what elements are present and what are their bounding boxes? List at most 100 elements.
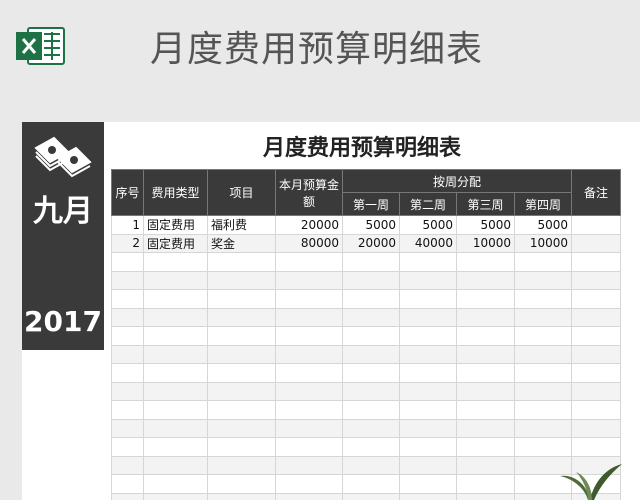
empty-cell[interactable]	[513, 418, 573, 438]
empty-cell[interactable]	[275, 270, 343, 290]
empty-cell[interactable]	[513, 270, 573, 290]
empty-cell[interactable]	[143, 289, 208, 309]
empty-cell[interactable]	[207, 400, 276, 420]
empty-cell[interactable]	[111, 344, 144, 364]
empty-cell[interactable]	[456, 492, 515, 500]
cell-week2[interactable]: 5000	[399, 215, 457, 235]
empty-cell[interactable]	[143, 474, 208, 494]
empty-cell[interactable]	[513, 363, 573, 383]
cell-week2[interactable]: 40000	[399, 233, 457, 253]
empty-cell[interactable]	[207, 474, 276, 494]
empty-cell[interactable]	[399, 307, 457, 327]
empty-cell[interactable]	[342, 344, 400, 364]
empty-cell[interactable]	[513, 289, 573, 309]
empty-cell[interactable]	[143, 363, 208, 383]
empty-cell[interactable]	[143, 381, 208, 401]
empty-cell[interactable]	[111, 400, 144, 420]
cell-seq[interactable]: 1	[111, 215, 144, 235]
empty-cell[interactable]	[143, 418, 208, 438]
empty-cell[interactable]	[571, 418, 622, 438]
empty-cell[interactable]	[143, 400, 208, 420]
cell-week1[interactable]: 5000	[342, 215, 400, 235]
empty-cell[interactable]	[275, 363, 343, 383]
cell-budget[interactable]: 20000	[275, 215, 343, 235]
empty-cell[interactable]	[111, 492, 144, 500]
empty-cell[interactable]	[342, 326, 400, 346]
empty-cell[interactable]	[456, 437, 515, 457]
empty-cell[interactable]	[342, 418, 400, 438]
cell-week4[interactable]: 5000	[513, 215, 573, 235]
empty-cell[interactable]	[399, 270, 457, 290]
empty-cell[interactable]	[456, 270, 515, 290]
empty-cell[interactable]	[275, 344, 343, 364]
empty-cell[interactable]	[143, 270, 208, 290]
cell-type[interactable]: 固定费用	[143, 215, 208, 235]
cell-week1[interactable]: 20000	[342, 233, 400, 253]
empty-cell[interactable]	[571, 270, 622, 290]
empty-cell[interactable]	[513, 307, 573, 327]
empty-cell[interactable]	[342, 381, 400, 401]
empty-cell[interactable]	[513, 400, 573, 420]
empty-cell[interactable]	[456, 455, 515, 475]
cell-item[interactable]: 奖金	[207, 233, 276, 253]
empty-cell[interactable]	[207, 455, 276, 475]
empty-cell[interactable]	[342, 270, 400, 290]
empty-cell[interactable]	[571, 400, 622, 420]
empty-cell[interactable]	[571, 289, 622, 309]
empty-cell[interactable]	[342, 474, 400, 494]
empty-cell[interactable]	[571, 326, 622, 346]
empty-cell[interactable]	[207, 344, 276, 364]
empty-cell[interactable]	[207, 307, 276, 327]
empty-cell[interactable]	[571, 307, 622, 327]
empty-cell[interactable]	[342, 400, 400, 420]
empty-cell[interactable]	[456, 363, 515, 383]
empty-cell[interactable]	[571, 381, 622, 401]
cell-item[interactable]: 福利费	[207, 215, 276, 235]
empty-cell[interactable]	[207, 252, 276, 272]
empty-cell[interactable]	[513, 252, 573, 272]
empty-cell[interactable]	[207, 289, 276, 309]
empty-cell[interactable]	[275, 307, 343, 327]
empty-cell[interactable]	[207, 381, 276, 401]
empty-cell[interactable]	[111, 381, 144, 401]
empty-cell[interactable]	[143, 326, 208, 346]
empty-cell[interactable]	[456, 252, 515, 272]
empty-cell[interactable]	[111, 252, 144, 272]
empty-cell[interactable]	[207, 492, 276, 500]
empty-cell[interactable]	[399, 252, 457, 272]
empty-cell[interactable]	[207, 437, 276, 457]
empty-cell[interactable]	[342, 455, 400, 475]
empty-cell[interactable]	[571, 252, 622, 272]
empty-cell[interactable]	[342, 437, 400, 457]
empty-cell[interactable]	[399, 455, 457, 475]
cell-week3[interactable]: 5000	[456, 215, 515, 235]
cell-type[interactable]: 固定费用	[143, 233, 208, 253]
empty-cell[interactable]	[342, 492, 400, 500]
empty-cell[interactable]	[456, 326, 515, 346]
empty-cell[interactable]	[143, 344, 208, 364]
empty-cell[interactable]	[111, 474, 144, 494]
empty-cell[interactable]	[399, 492, 457, 500]
empty-cell[interactable]	[399, 474, 457, 494]
empty-cell[interactable]	[342, 307, 400, 327]
empty-cell[interactable]	[456, 474, 515, 494]
empty-cell[interactable]	[399, 418, 457, 438]
empty-cell[interactable]	[275, 418, 343, 438]
cell-note[interactable]	[571, 233, 622, 253]
empty-cell[interactable]	[456, 400, 515, 420]
empty-cell[interactable]	[399, 400, 457, 420]
empty-cell[interactable]	[571, 363, 622, 383]
empty-cell[interactable]	[399, 326, 457, 346]
empty-cell[interactable]	[275, 492, 343, 500]
empty-cell[interactable]	[456, 418, 515, 438]
empty-cell[interactable]	[143, 252, 208, 272]
empty-cell[interactable]	[275, 381, 343, 401]
empty-cell[interactable]	[111, 289, 144, 309]
empty-cell[interactable]	[456, 381, 515, 401]
empty-cell[interactable]	[207, 270, 276, 290]
empty-cell[interactable]	[275, 474, 343, 494]
empty-cell[interactable]	[207, 418, 276, 438]
empty-cell[interactable]	[275, 400, 343, 420]
empty-cell[interactable]	[571, 344, 622, 364]
empty-cell[interactable]	[275, 326, 343, 346]
